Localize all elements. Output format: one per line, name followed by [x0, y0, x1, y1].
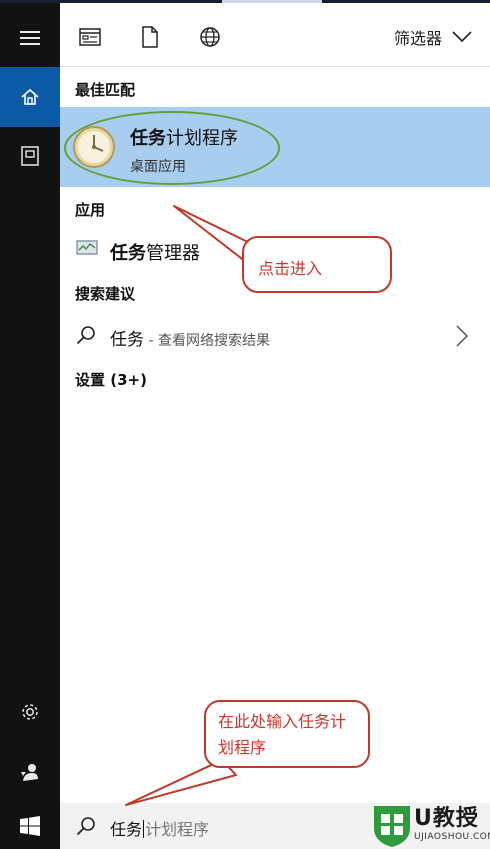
- filter-label: 筛选器: [393, 29, 442, 48]
- app-item-label: 任务管理器: [110, 239, 200, 265]
- feedback-icon: [21, 764, 38, 781]
- hamburger-menu-button[interactable]: [0, 15, 60, 61]
- settings-button[interactable]: [0, 689, 60, 735]
- search-input[interactable]: 任务 计划程序: [110, 816, 209, 840]
- watermark-shield-icon: [374, 806, 410, 847]
- documents-button[interactable]: [0, 133, 60, 179]
- watermark-site: UJIAOSHOU.COM: [414, 832, 490, 842]
- web-search-suggestion[interactable]: 任务 - 查看网络搜索结果: [60, 315, 490, 355]
- suggestion-query: 任务: [110, 330, 144, 350]
- settings-icon: [22, 704, 38, 720]
- document-icon[interactable]: [138, 25, 162, 49]
- section-best-match: 最佳匹配: [75, 81, 136, 99]
- watermark-brand: U教授: [414, 806, 479, 831]
- section-search-suggestions: 搜索建议: [75, 285, 136, 303]
- apps-icon[interactable]: [78, 25, 102, 49]
- annotation-click-enter: 点击进入: [242, 236, 392, 293]
- feedback-button[interactable]: [0, 749, 60, 795]
- chevron-down-icon: [452, 31, 472, 43]
- search-box-icon: [76, 817, 95, 836]
- filter-dropdown[interactable]: 筛选器: [394, 25, 472, 49]
- text-caret: [143, 820, 145, 838]
- home-button[interactable]: [0, 67, 60, 127]
- documents-icon: [21, 146, 39, 166]
- chevron-right-icon[interactable]: [456, 325, 468, 347]
- section-settings[interactable]: 设置 (3+): [75, 369, 147, 390]
- app-item-label-bold: 任务: [110, 243, 146, 264]
- start-left-rail: [0, 3, 60, 849]
- search-results-panel: 筛选器 最佳匹配 任务计划程序 桌面应用 应用 任务管理器 搜索建议 任务 - …: [60, 3, 490, 803]
- app-item-label-rest: 管理器: [146, 243, 200, 264]
- toolbar-divider: [60, 66, 490, 67]
- start-button[interactable]: [0, 803, 60, 849]
- annotation-type-here: 在此处输入任务计划程序: [204, 700, 370, 768]
- web-icon[interactable]: [198, 25, 222, 49]
- best-match-item-task-scheduler[interactable]: 任务计划程序 桌面应用: [60, 107, 490, 187]
- task-manager-icon: [76, 240, 98, 255]
- search-autocomplete: 计划程序: [145, 820, 210, 839]
- windows-start-icon: [20, 816, 40, 836]
- search-typed-text: 任务: [110, 820, 143, 839]
- highlight-ellipse: [64, 111, 280, 185]
- search-toolbar: 筛选器: [60, 3, 490, 67]
- home-icon: [21, 88, 39, 105]
- suggestion-hint: - 查看网络搜索结果: [144, 333, 270, 349]
- hamburger-menu-icon: [20, 31, 40, 45]
- section-apps: 应用: [75, 201, 106, 219]
- search-icon: [76, 326, 95, 345]
- suggestion-text: 任务 - 查看网络搜索结果: [110, 325, 270, 350]
- watermark-logo: U教授 UJIAOSHOU.COM: [372, 800, 490, 849]
